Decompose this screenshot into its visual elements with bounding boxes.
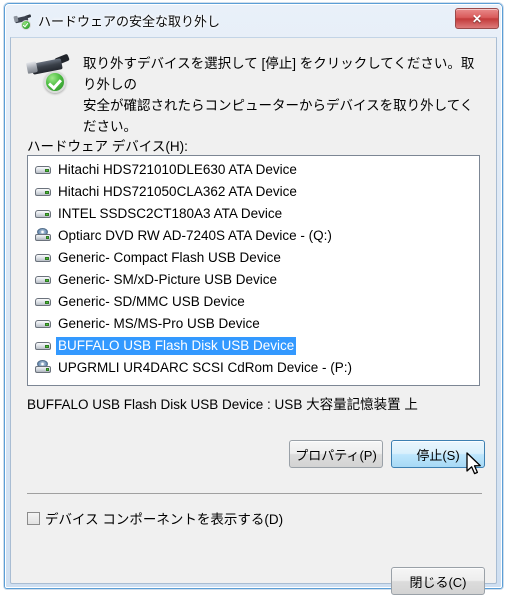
close-dialog-button[interactable]: 閉じる(C) [391,567,485,595]
list-item-selected[interactable]: BUFFALO USB Flash Disk USB Device [28,334,479,356]
list-item-label: Generic- MS/MS-Pro USB Device [58,315,260,331]
hardware-devices-label: ハードウェア デバイス(H): [27,139,188,154]
show-device-components-checkbox[interactable]: デバイス コンポーネントを表示する(D) [27,508,283,528]
cd-drive-icon [34,227,52,243]
list-item[interactable]: Optiarc DVD RW AD-7240S ATA Device - (Q:… [28,224,479,246]
list-item[interactable]: Hitachi HDS721010DLE630 ATA Device [28,158,479,180]
list-item-label: Hitachi HDS721010DLE630 ATA Device [58,161,297,177]
usb-plug-check-icon [26,53,71,96]
list-item-label: Generic- SD/MMC USB Device [58,293,245,309]
window-close-button[interactable]: ✕ [455,8,499,29]
dialog-window: ハードウェアの安全な取り外し ✕ 取り外すデバイスを選択して [停止] をクリッ… [4,3,503,595]
list-item-label: Optiarc DVD RW AD-7240S ATA Device - (Q:… [58,227,332,243]
dialog-client-area: 取り外すデバイスを選択して [停止] をクリックしてください。取り外しの 安全が… [10,37,497,595]
list-item[interactable]: Generic- Compact Flash USB Device [28,246,479,268]
list-item-label: Generic- Compact Flash USB Device [58,249,281,265]
list-item[interactable]: Hitachi HDS721050CLA362 ATA Device [28,180,479,202]
window-title: ハードウェアの安全な取り外し [38,14,221,29]
disk-drive-icon [34,272,52,287]
cd-drive-icon [34,359,52,375]
hardware-device-listbox[interactable]: Hitachi HDS721010DLE630 ATA Device Hitac… [27,155,480,386]
stop-button[interactable]: 停止(S) [391,440,485,468]
list-item[interactable]: INTEL SSDSC2CT180A3 ATA Device [28,202,479,224]
list-item-label: Generic- SM/xD-Picture USB Device [58,271,278,287]
checkbox-box-icon[interactable] [27,511,40,525]
selected-device-status: BUFFALO USB Flash Disk USB Device : USB … [27,397,418,412]
list-item-label: INTEL SSDSC2CT180A3 ATA Device [58,205,283,221]
divider [27,493,482,494]
close-icon: ✕ [471,11,483,26]
list-item[interactable]: UPGRMLI UR4DARC SCSI CdRom Device - (P:) [28,356,479,378]
disk-drive-icon [34,184,52,199]
instruction-text: 取り外すデバイスを選択して [停止] をクリックしてください。取り外しの 安全が… [83,53,482,137]
usb-device-safe-icon [13,12,32,30]
list-item-label: UPGRMLI UR4DARC SCSI CdRom Device - (P:) [58,359,353,375]
properties-button[interactable]: プロパティ(P) [289,440,383,468]
disk-drive-icon [34,250,52,265]
disk-drive-icon [34,294,52,309]
checkbox-label: デバイス コンポーネントを表示する(D) [45,512,284,527]
list-item-label: BUFFALO USB Flash Disk USB Device [56,336,297,355]
instruction-line-2: 安全が確認されたらコンピューターからデバイスを取り外してください。 [83,98,474,134]
list-item[interactable]: Generic- MS/MS-Pro USB Device [28,312,479,334]
list-item[interactable]: Generic- SD/MMC USB Device [28,290,479,312]
list-item-label: Hitachi HDS721050CLA362 ATA Device [58,183,297,199]
title-bar[interactable]: ハードウェアの安全な取り外し ✕ [5,4,502,37]
disk-drive-icon [34,316,52,331]
list-item[interactable]: Generic- SM/xD-Picture USB Device [28,268,479,290]
instruction-line-1: 取り外すデバイスを選択して [停止] をクリックしてください。取り外しの [83,56,475,92]
disk-drive-icon [34,206,52,221]
instruction-block: 取り外すデバイスを選択して [停止] をクリックしてください。取り外しの 安全が… [11,51,496,137]
disk-drive-icon [34,162,52,177]
disk-drive-icon [34,338,52,353]
